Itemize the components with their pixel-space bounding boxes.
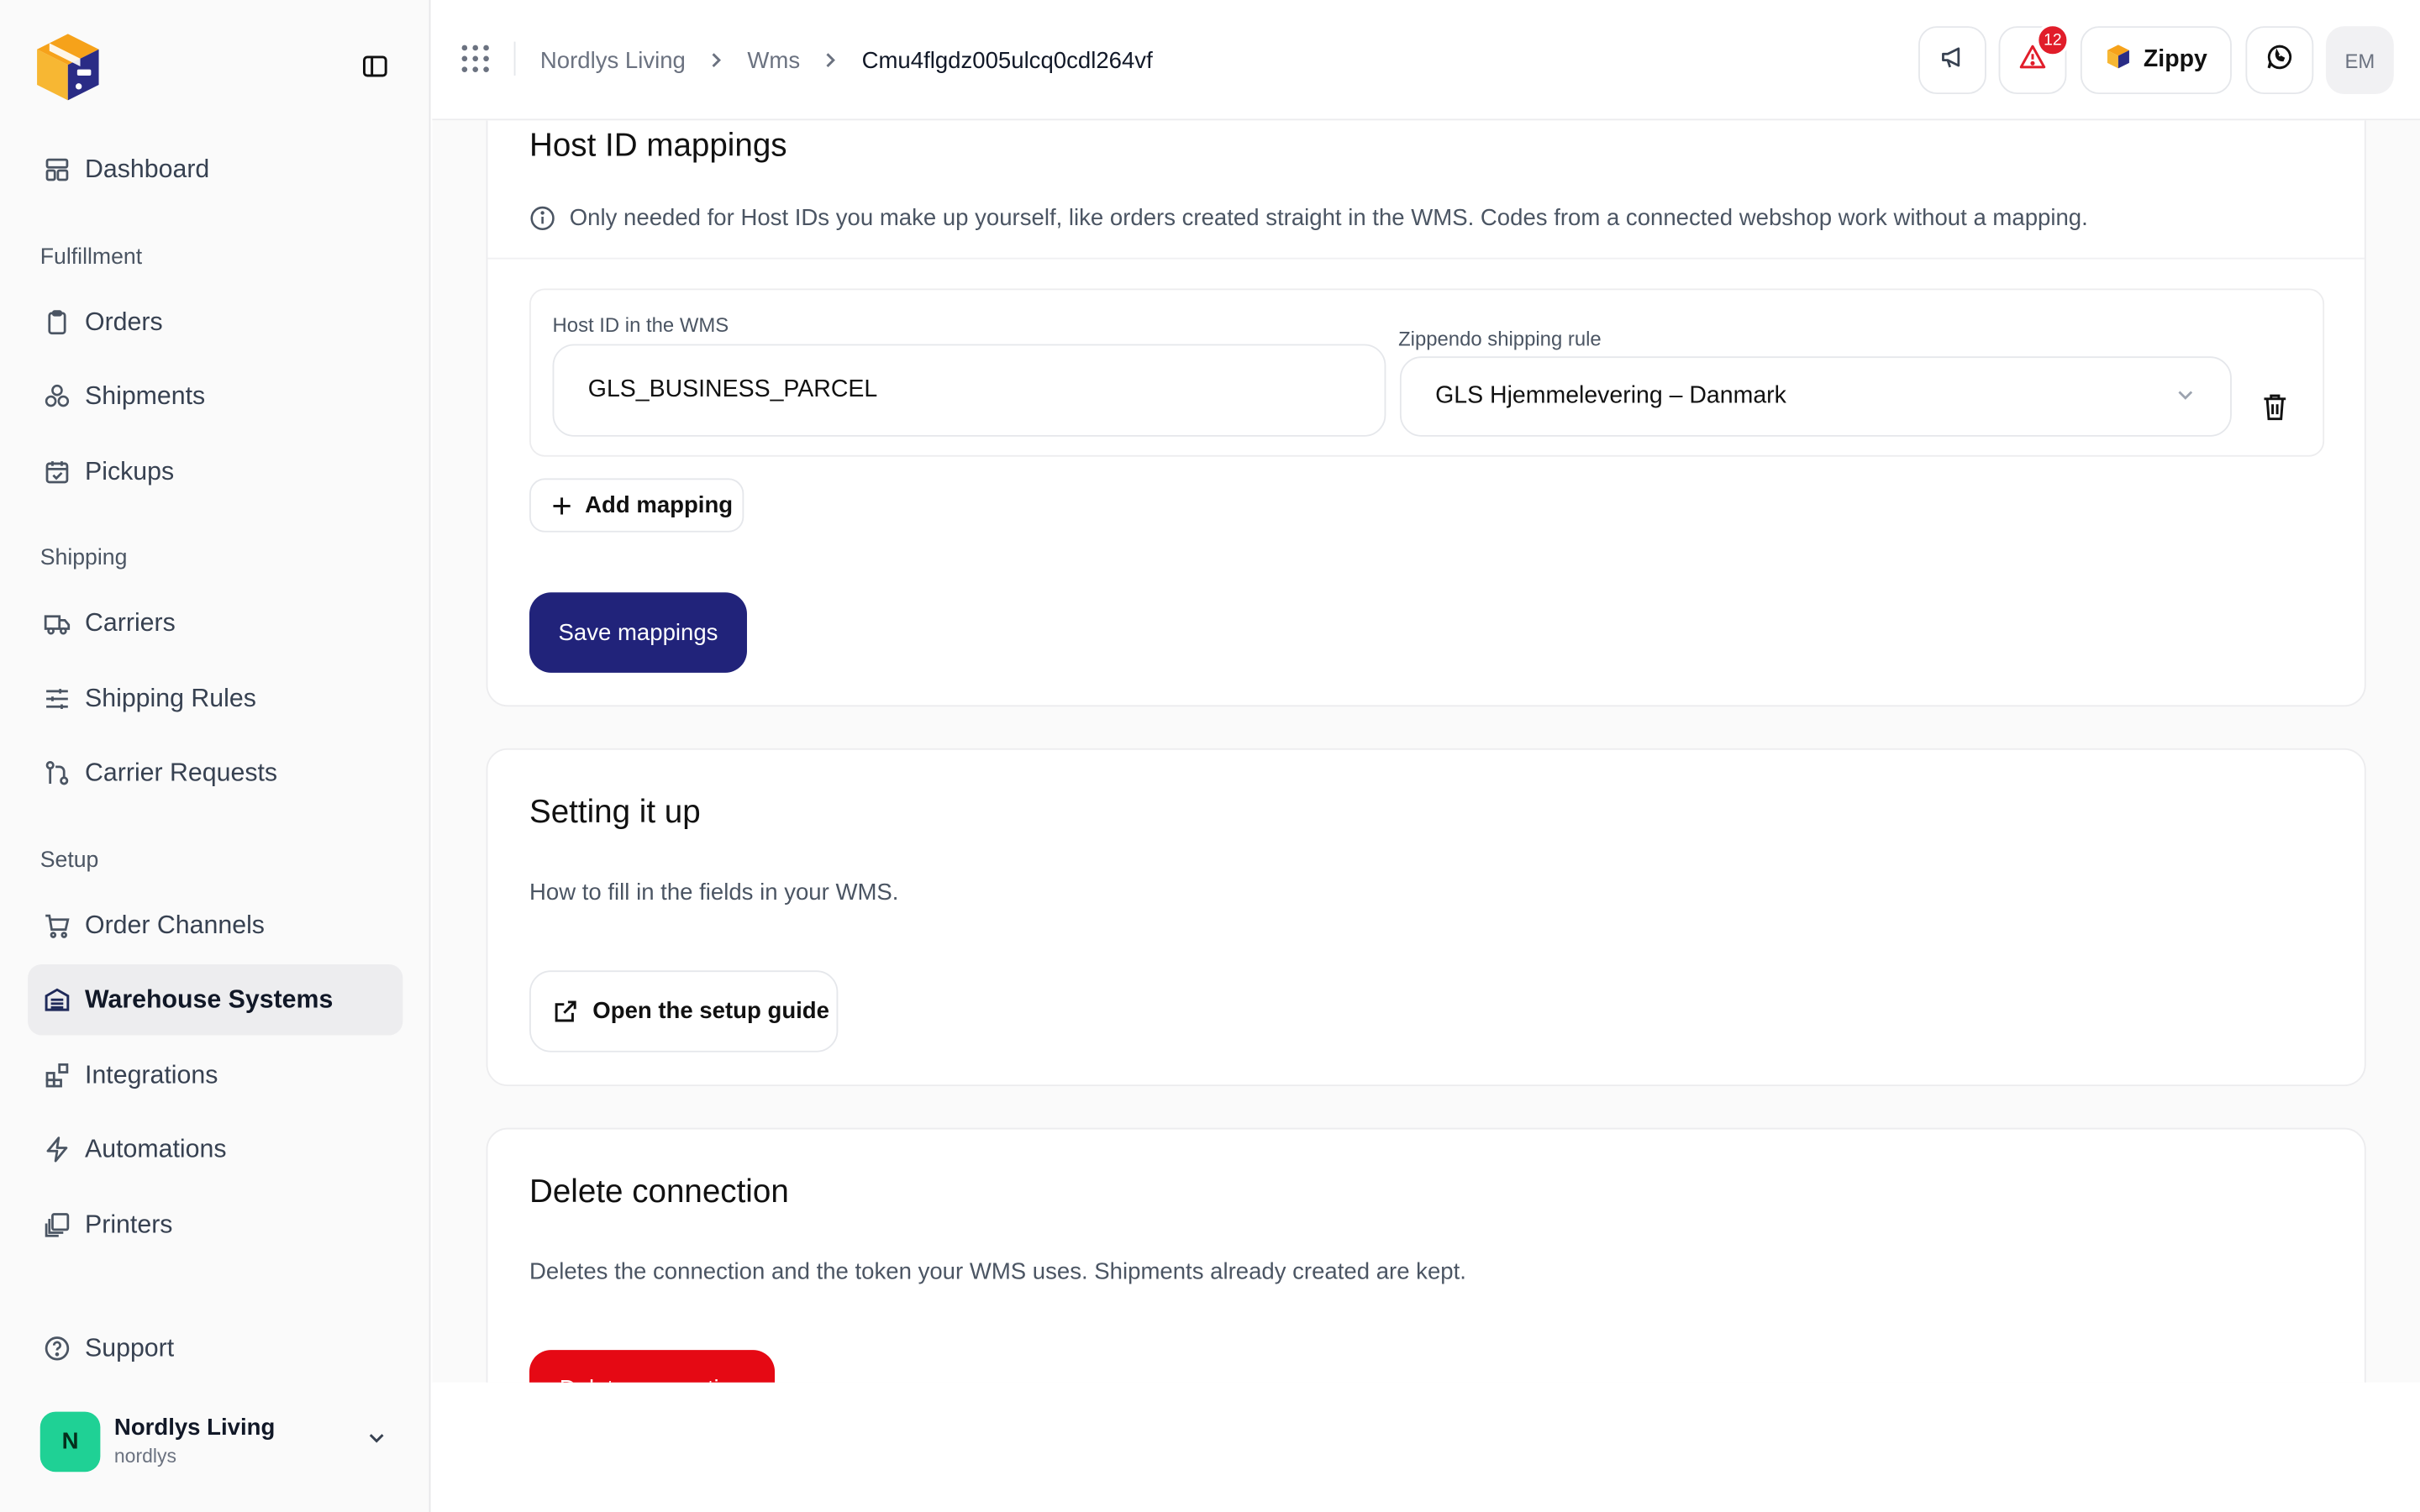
sidebar-item-label: Orders xyxy=(85,307,163,336)
chevron-right-icon xyxy=(708,51,726,70)
user-avatar[interactable]: EM xyxy=(2325,26,2394,95)
host-id-mappings-card: Host ID mappings Only needed for Host ID… xyxy=(486,120,2366,707)
zippy-logo-icon xyxy=(2105,43,2131,76)
shipping-rule-label: Zippendo shipping rule xyxy=(1398,327,1602,350)
sidebar-item-label: Automations xyxy=(85,1134,227,1163)
sidebar-item-carrier-requests[interactable]: Carrier Requests xyxy=(28,738,402,808)
nav-section-label: Shipping xyxy=(39,546,128,571)
sidebar: Dashboard Fulfillment Orders Shipments P… xyxy=(0,0,431,1512)
section-description: Deletes the connection and the token you… xyxy=(529,1258,1466,1285)
breadcrumb-item[interactable]: Wms xyxy=(747,47,800,73)
add-mapping-button[interactable]: Add mapping xyxy=(529,478,744,533)
announcements-button[interactable] xyxy=(1918,26,1986,95)
shipping-rule-value: GLS Hjemmelevering – Danmark xyxy=(1435,382,1786,409)
chat-button[interactable] xyxy=(2245,26,2314,95)
calendar-check-icon xyxy=(42,457,73,488)
section-title: Delete connection xyxy=(529,1173,789,1210)
account-avatar: N xyxy=(39,1410,101,1472)
dashboard-icon xyxy=(42,155,73,186)
sidebar-item-label: Order Channels xyxy=(85,911,265,939)
sidebar-item-label: Pickups xyxy=(85,457,175,486)
nav-section-label: Fulfillment xyxy=(39,245,143,270)
sidebar-item-label: Printers xyxy=(85,1210,173,1238)
section-title: Setting it up xyxy=(529,794,701,831)
add-mapping-label: Add mapping xyxy=(585,491,734,519)
boxes-icon xyxy=(42,381,73,412)
setup-card: Setting it up How to fill in the fields … xyxy=(486,748,2366,1087)
sidebar-item-shipments[interactable]: Shipments xyxy=(28,361,402,432)
help-circle-icon xyxy=(42,1333,73,1364)
chevron-down-icon xyxy=(366,1426,387,1456)
breadcrumb-item[interactable]: Nordlys Living xyxy=(540,47,686,73)
sidebar-item-carriers[interactable]: Carriers xyxy=(28,588,402,659)
chat-icon xyxy=(2265,43,2293,78)
info-icon xyxy=(529,205,555,231)
sidebar-item-label: Shipments xyxy=(85,381,206,410)
zippy-label: Zippy xyxy=(2143,46,2207,73)
account-name: Nordlys Living xyxy=(113,1415,276,1441)
host-id-input[interactable]: GLS_BUSINESS_PARCEL xyxy=(552,344,1386,437)
divider xyxy=(513,41,516,76)
info-text: Only needed for Host IDs you make up you… xyxy=(569,205,2088,232)
sidebar-item-warehouse-systems[interactable]: Warehouse Systems xyxy=(28,963,403,1036)
sidebar-item-dashboard[interactable]: Dashboard xyxy=(28,134,402,205)
breadcrumb: Nordlys Living Wms Cmu4flgdz005ulcq0cdl2… xyxy=(540,0,1153,120)
divider xyxy=(487,257,2365,260)
git-pull-request-icon xyxy=(42,758,73,789)
save-mappings-button[interactable]: Save mappings xyxy=(529,592,747,673)
external-link-icon xyxy=(553,998,579,1024)
sidebar-item-integrations[interactable]: Integrations xyxy=(28,1040,402,1110)
sidebar-item-label: Support xyxy=(85,1333,175,1362)
section-description: How to fill in the fields in your WMS. xyxy=(529,879,899,906)
account-switcher[interactable]: N Nordlys Living nordlys xyxy=(39,1410,403,1472)
nav-section-label: Setup xyxy=(39,848,99,874)
sidebar-item-label: Shipping Rules xyxy=(85,684,256,712)
shipping-rule-select[interactable]: GLS Hjemmelevering – Danmark xyxy=(1399,356,2232,437)
sidebar-item-orders[interactable]: Orders xyxy=(28,287,402,358)
printer-icon xyxy=(42,1210,73,1241)
megaphone-icon xyxy=(1939,43,1966,78)
sidebar-item-shipping-rules[interactable]: Shipping Rules xyxy=(28,664,402,734)
delete-connection-card: Delete connection Deletes the connection… xyxy=(486,1127,2366,1383)
truck-icon xyxy=(42,608,73,639)
plus-icon xyxy=(551,495,573,517)
delete-mapping-icon[interactable] xyxy=(2261,392,2292,426)
account-slug: nordlys xyxy=(113,1446,176,1467)
warehouse-icon xyxy=(42,984,73,1016)
sidebar-item-label: Warehouse Systems xyxy=(85,984,334,1013)
sidebar-item-label: Integrations xyxy=(85,1060,218,1089)
sidebar-item-automations[interactable]: Automations xyxy=(28,1114,402,1184)
sidebar-item-support[interactable]: Support xyxy=(28,1313,402,1383)
open-setup-guide-button[interactable]: Open the setup guide xyxy=(529,970,839,1053)
sidebar-item-printers[interactable]: Printers xyxy=(28,1189,402,1260)
open-setup-guide-label: Open the setup guide xyxy=(592,998,829,1025)
sidebar-item-label: Carrier Requests xyxy=(85,758,278,786)
host-id-label: Host ID in the WMS xyxy=(552,312,729,337)
alerts-button[interactable]: 12 xyxy=(1998,23,2070,95)
zippy-assistant-button[interactable]: Zippy xyxy=(2080,26,2232,95)
breadcrumb-current: Cmu4flgdz005ulcq0cdl264vf xyxy=(861,47,1153,74)
main-content: Host ID mappings Only needed for Host ID… xyxy=(432,120,2420,1383)
info-note: Only needed for Host IDs you make up you… xyxy=(529,205,2088,232)
apps-grid-icon[interactable] xyxy=(460,43,491,74)
chevron-down-icon xyxy=(2175,384,2196,413)
zippendo-logo[interactable] xyxy=(31,29,105,103)
delete-connection-button[interactable]: Delete connection xyxy=(529,1350,776,1383)
chevron-right-icon xyxy=(822,51,840,70)
sidebar-item-label: Dashboard xyxy=(85,155,210,183)
clipboard-icon xyxy=(42,307,73,339)
cart-icon xyxy=(42,911,73,942)
blocks-icon xyxy=(42,1060,73,1091)
bolt-icon xyxy=(42,1134,73,1165)
sidebar-item-label: Carriers xyxy=(85,608,176,637)
sidebar-item-pickups[interactable]: Pickups xyxy=(28,437,402,507)
sidebar-item-order-channels[interactable]: Order Channels xyxy=(28,890,402,961)
alerts-count-badge: 12 xyxy=(2035,23,2070,57)
sidebar-toggle-icon[interactable] xyxy=(360,51,391,82)
sliders-icon xyxy=(42,684,73,715)
mapping-row: Host ID in the WMS GLS_BUSINESS_PARCEL Z… xyxy=(529,288,2325,457)
topbar: Nordlys Living Wms Cmu4flgdz005ulcq0cdl2… xyxy=(432,0,2420,121)
section-title: Host ID mappings xyxy=(529,128,787,164)
